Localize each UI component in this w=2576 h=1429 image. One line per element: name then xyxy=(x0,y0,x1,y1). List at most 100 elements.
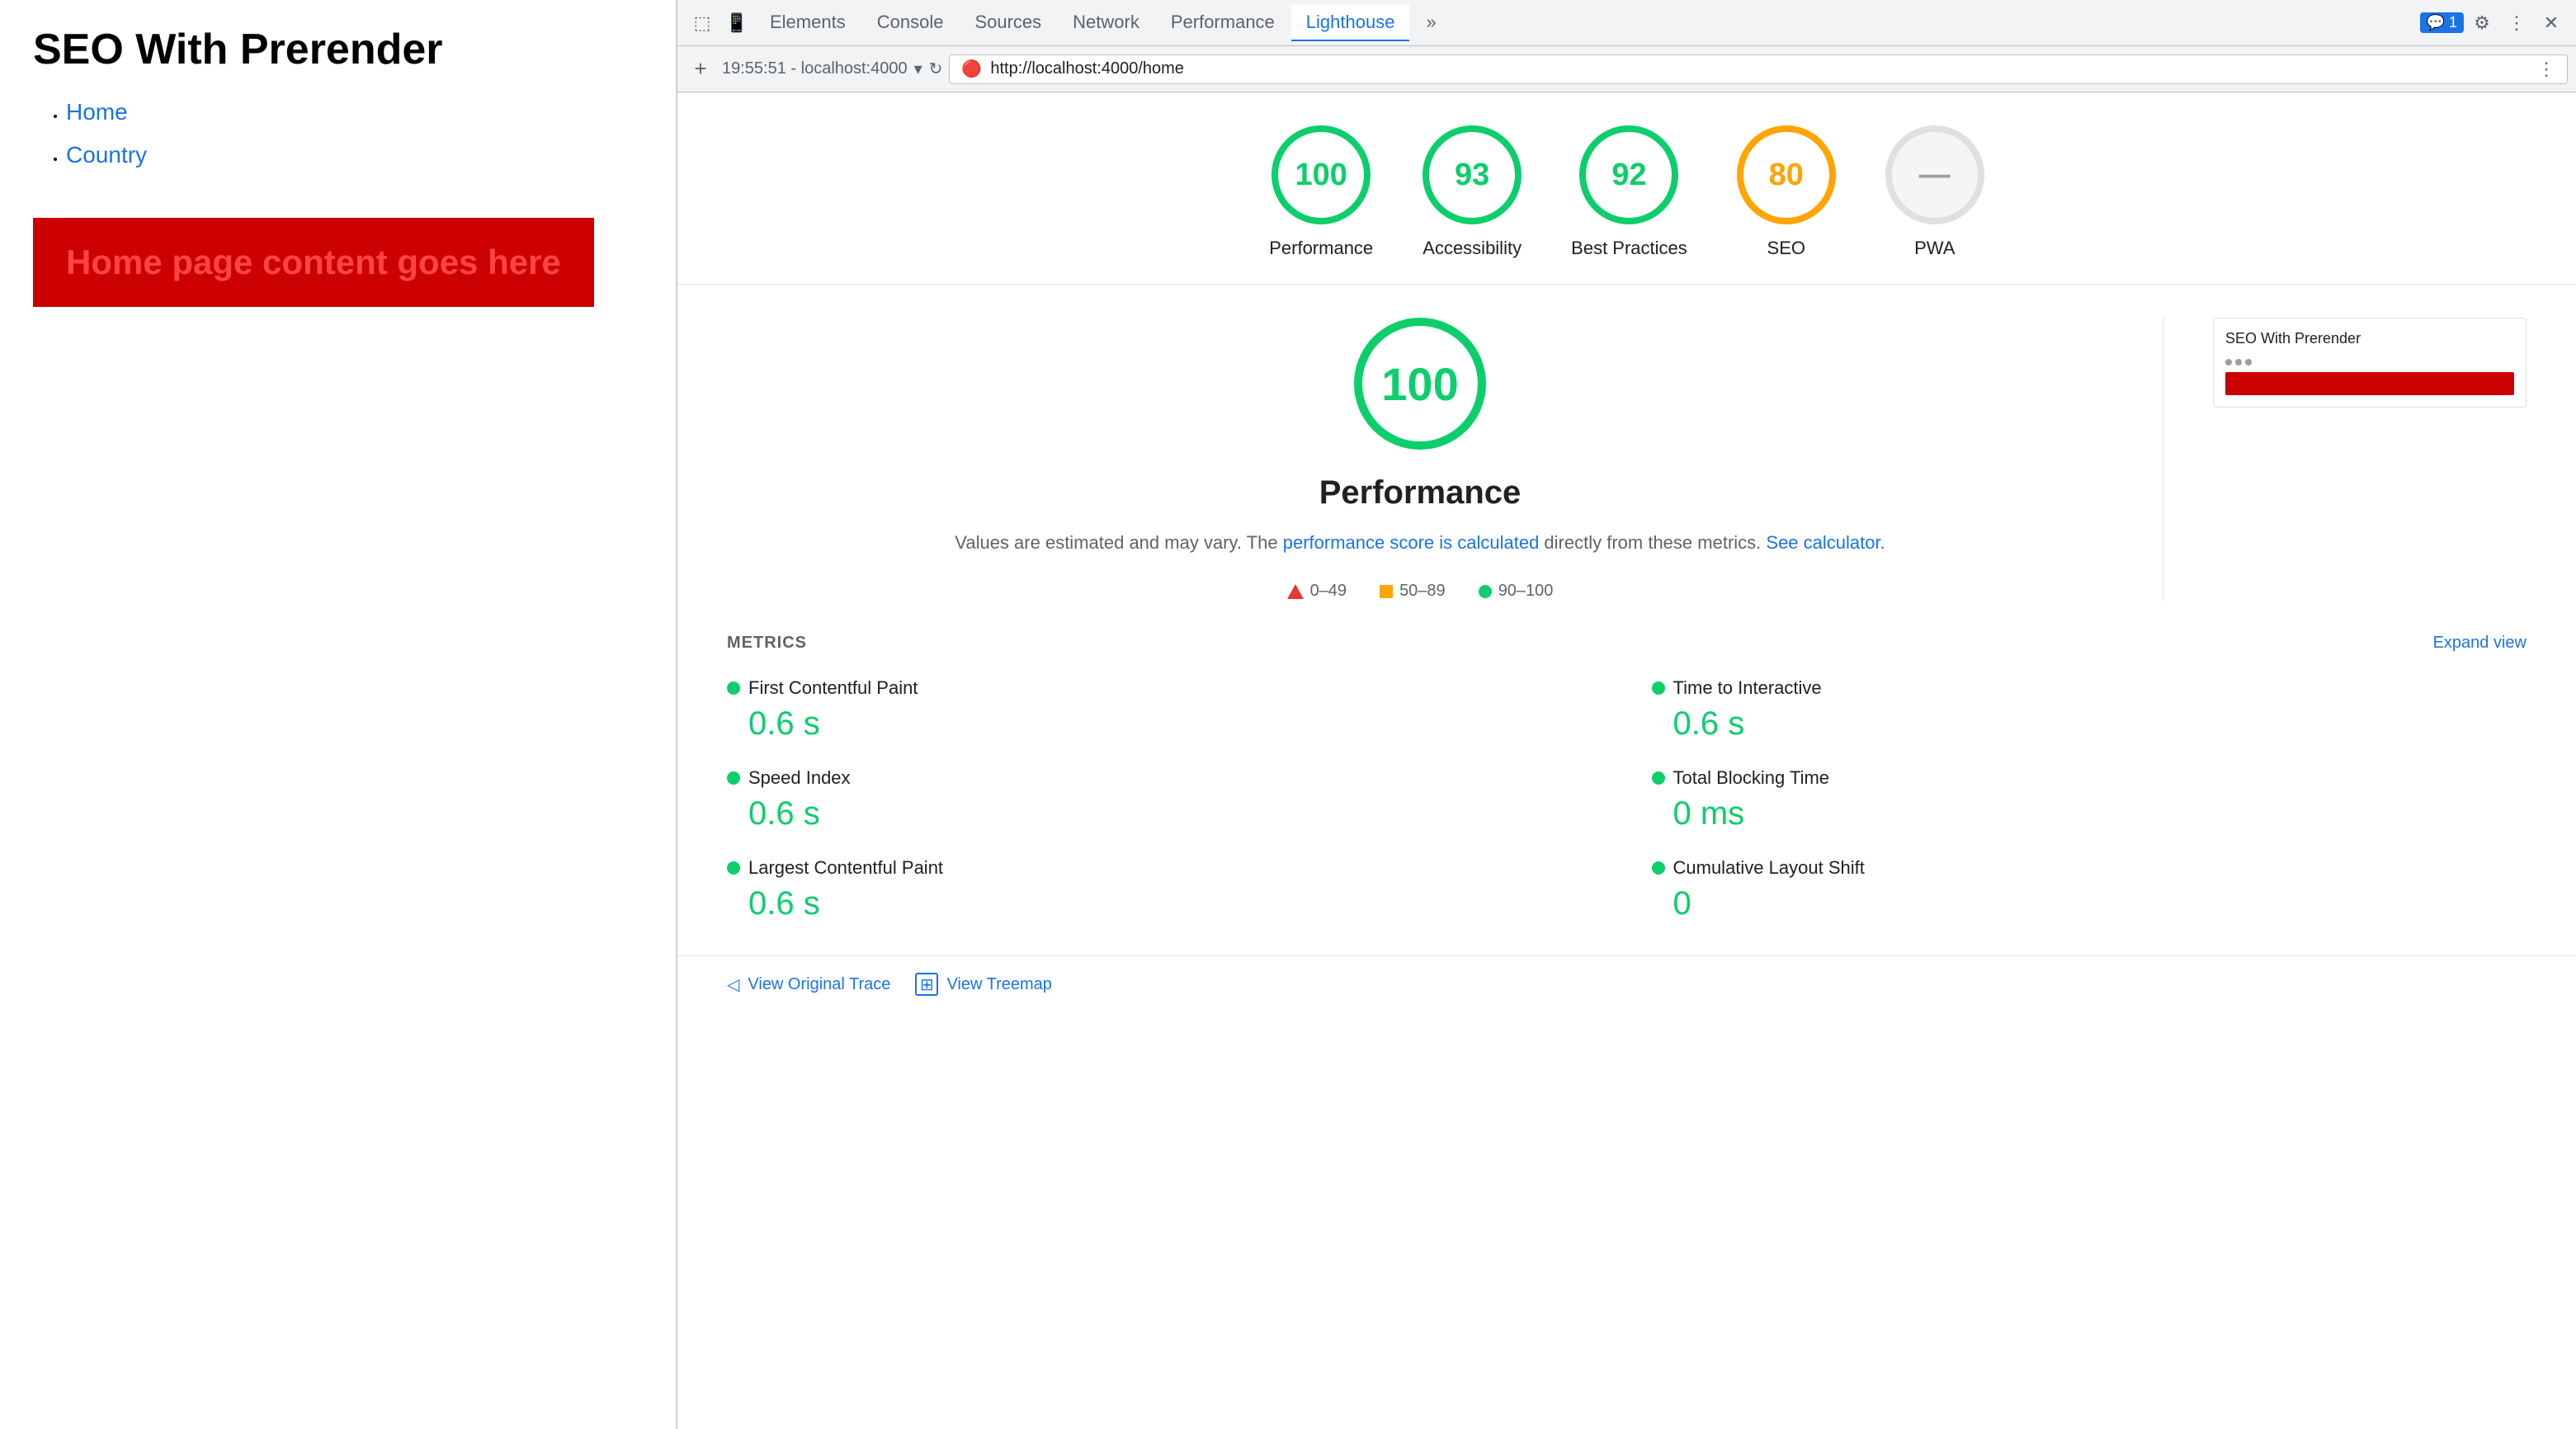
nav-item-country: Country xyxy=(66,142,643,168)
accessibility-circle: 93 xyxy=(1422,125,1522,224)
pwa-label: PWA xyxy=(1914,238,1955,259)
dropdown-icon[interactable]: ▾ xyxy=(914,59,922,79)
tab-lighthouse[interactable]: Lighthouse xyxy=(1291,5,1410,41)
address-more-icon[interactable]: ⋮ xyxy=(2537,59,2555,80)
treemap-icon: ⊞ xyxy=(915,973,938,996)
calculator-link[interactable]: See calculator. xyxy=(1766,532,1885,553)
pass-icon xyxy=(1479,585,1492,598)
expand-view-button[interactable]: Expand view xyxy=(2433,634,2526,653)
lcp-dot xyxy=(727,861,740,875)
metric-tbt: Total Blocking Time 0 ms xyxy=(1652,767,2527,832)
metric-lcp: Largest Contentful Paint 0.6 s xyxy=(727,857,1602,922)
average-icon xyxy=(1380,585,1393,598)
big-performance-circle: 100 xyxy=(1354,318,1486,450)
address-bar-row: + 19:55:51 - localhost:4000 ▾ ↻ 🔴 http:/… xyxy=(677,46,2576,92)
si-dot xyxy=(727,771,740,785)
cls-value: 0 xyxy=(1652,885,2527,922)
nav-item-home: Home xyxy=(66,99,643,125)
nav-link-country[interactable]: Country xyxy=(66,142,147,167)
tab-elements[interactable]: Elements xyxy=(755,5,861,41)
metrics-title: METRICS xyxy=(727,634,807,653)
metric-si: Speed Index 0.6 s xyxy=(727,767,1602,832)
metric-cls: Cumulative Layout Shift 0 xyxy=(1652,857,2527,922)
legend-row: 0–49 50–89 90–100 xyxy=(727,582,2113,601)
fcp-dot xyxy=(727,681,740,695)
metric-fcp: First Contentful Paint 0.6 s xyxy=(727,677,1602,743)
score-card-performance: 100 Performance xyxy=(1269,125,1373,259)
nav-link-home[interactable]: Home xyxy=(66,99,128,125)
performance-circle: 100 xyxy=(1271,125,1371,224)
tab-console[interactable]: Console xyxy=(862,5,959,41)
screenshot-preview: SEO With Prerender xyxy=(2213,318,2526,601)
score-card-best-practices: 92 Best Practices xyxy=(1571,125,1687,259)
badge-icon: 💬 xyxy=(2427,14,2445,31)
accessibility-label: Accessibility xyxy=(1422,238,1522,259)
metrics-grid: First Contentful Paint 0.6 s Time to Int… xyxy=(727,677,2526,922)
web-page-preview: SEO With Prerender Home Country Home pag… xyxy=(0,0,677,1429)
tab-performance[interactable]: Performance xyxy=(1156,5,1290,41)
tti-value: 0.6 s xyxy=(1652,705,2527,743)
legend-pass: 90–100 xyxy=(1479,582,1554,601)
reload-icon[interactable]: ↻ xyxy=(929,59,943,79)
view-original-trace-button[interactable]: ◁ View Original Trace xyxy=(727,973,890,996)
legend-fail: 0–49 xyxy=(1287,582,1347,601)
nav-dot-3 xyxy=(2245,359,2252,366)
session-label: 19:55:51 - localhost:4000 xyxy=(722,59,908,78)
tti-dot xyxy=(1652,681,1665,695)
close-icon[interactable]: ✕ xyxy=(2535,7,2568,40)
lcp-label: Largest Contentful Paint xyxy=(748,857,943,879)
more-options-icon[interactable]: ⋮ xyxy=(2500,7,2533,40)
cls-label: Cumulative Layout Shift xyxy=(1673,857,1865,879)
metrics-section: METRICS Expand view First Contentful Pai… xyxy=(677,634,2576,955)
fail-icon xyxy=(1287,584,1304,599)
seo-circle: 80 xyxy=(1737,125,1836,224)
score-cards-row: 100 Performance 93 Accessibility 92 Best… xyxy=(677,92,2576,285)
lcp-value: 0.6 s xyxy=(727,885,1602,922)
notifications-badge: 💬 1 xyxy=(2420,12,2464,33)
performance-main-title: Performance xyxy=(727,474,2113,512)
home-banner-text: Home page content goes here xyxy=(66,243,561,281)
tab-network[interactable]: Network xyxy=(1058,5,1154,41)
pwa-circle: — xyxy=(1885,125,1984,224)
address-bar: 🔴 http://localhost:4000/home ⋮ xyxy=(949,54,2568,84)
performance-main: 100 Performance Values are estimated and… xyxy=(677,285,2576,634)
page-title: SEO With Prerender xyxy=(33,25,643,74)
tab-sources[interactable]: Sources xyxy=(960,5,1056,41)
address-text: http://localhost:4000/home xyxy=(990,59,2529,78)
best-practices-circle: 92 xyxy=(1579,125,1678,224)
si-value: 0.6 s xyxy=(727,795,1602,832)
performance-label: Performance xyxy=(1269,238,1373,259)
si-label: Speed Index xyxy=(748,767,851,789)
tbt-label: Total Blocking Time xyxy=(1673,767,1830,789)
settings-icon[interactable]: ⚙ xyxy=(2465,7,2498,40)
nav-dot-2 xyxy=(2235,359,2242,366)
lighthouse-content: 100 Performance 93 Accessibility 92 Best… xyxy=(677,92,2576,1429)
cls-dot xyxy=(1652,861,1665,875)
seo-label: SEO xyxy=(1767,238,1805,259)
screenshot-banner xyxy=(2225,372,2514,395)
bottom-actions: ◁ View Original Trace ⊞ View Treemap xyxy=(677,955,2576,1012)
fcp-value: 0.6 s xyxy=(727,705,1602,743)
performance-score-link[interactable]: performance score is calculated xyxy=(1283,532,1540,553)
score-card-accessibility: 93 Accessibility xyxy=(1422,125,1522,259)
metrics-header: METRICS Expand view xyxy=(727,634,2526,653)
view-treemap-button[interactable]: ⊞ View Treemap xyxy=(915,973,1051,996)
nav-dot-1 xyxy=(2225,359,2232,366)
fcp-label: First Contentful Paint xyxy=(748,677,918,699)
performance-description: Values are estimated and may vary. The p… xyxy=(727,528,2113,557)
devtools-panel: ⬚ 📱 Elements Console Sources Network Per… xyxy=(677,0,2576,1429)
screenshot-nav-dots xyxy=(2222,357,2517,367)
score-card-seo: 80 SEO xyxy=(1737,125,1836,259)
home-banner: Home page content goes here xyxy=(33,218,594,307)
metric-tti: Time to Interactive 0.6 s xyxy=(1652,677,2527,743)
tbt-value: 0 ms xyxy=(1652,795,2527,832)
trace-icon: ◁ xyxy=(727,974,739,995)
tab-more[interactable]: » xyxy=(1411,5,1451,41)
performance-detail: 100 Performance Values are estimated and… xyxy=(727,318,2113,601)
lock-icon: 🔴 xyxy=(961,59,982,79)
add-tab-button[interactable]: + xyxy=(686,54,715,84)
tbt-dot xyxy=(1652,771,1665,785)
inspect-icon[interactable]: ⬚ xyxy=(686,7,719,40)
legend-average: 50–89 xyxy=(1380,582,1446,601)
device-toggle-icon[interactable]: 📱 xyxy=(720,7,753,40)
